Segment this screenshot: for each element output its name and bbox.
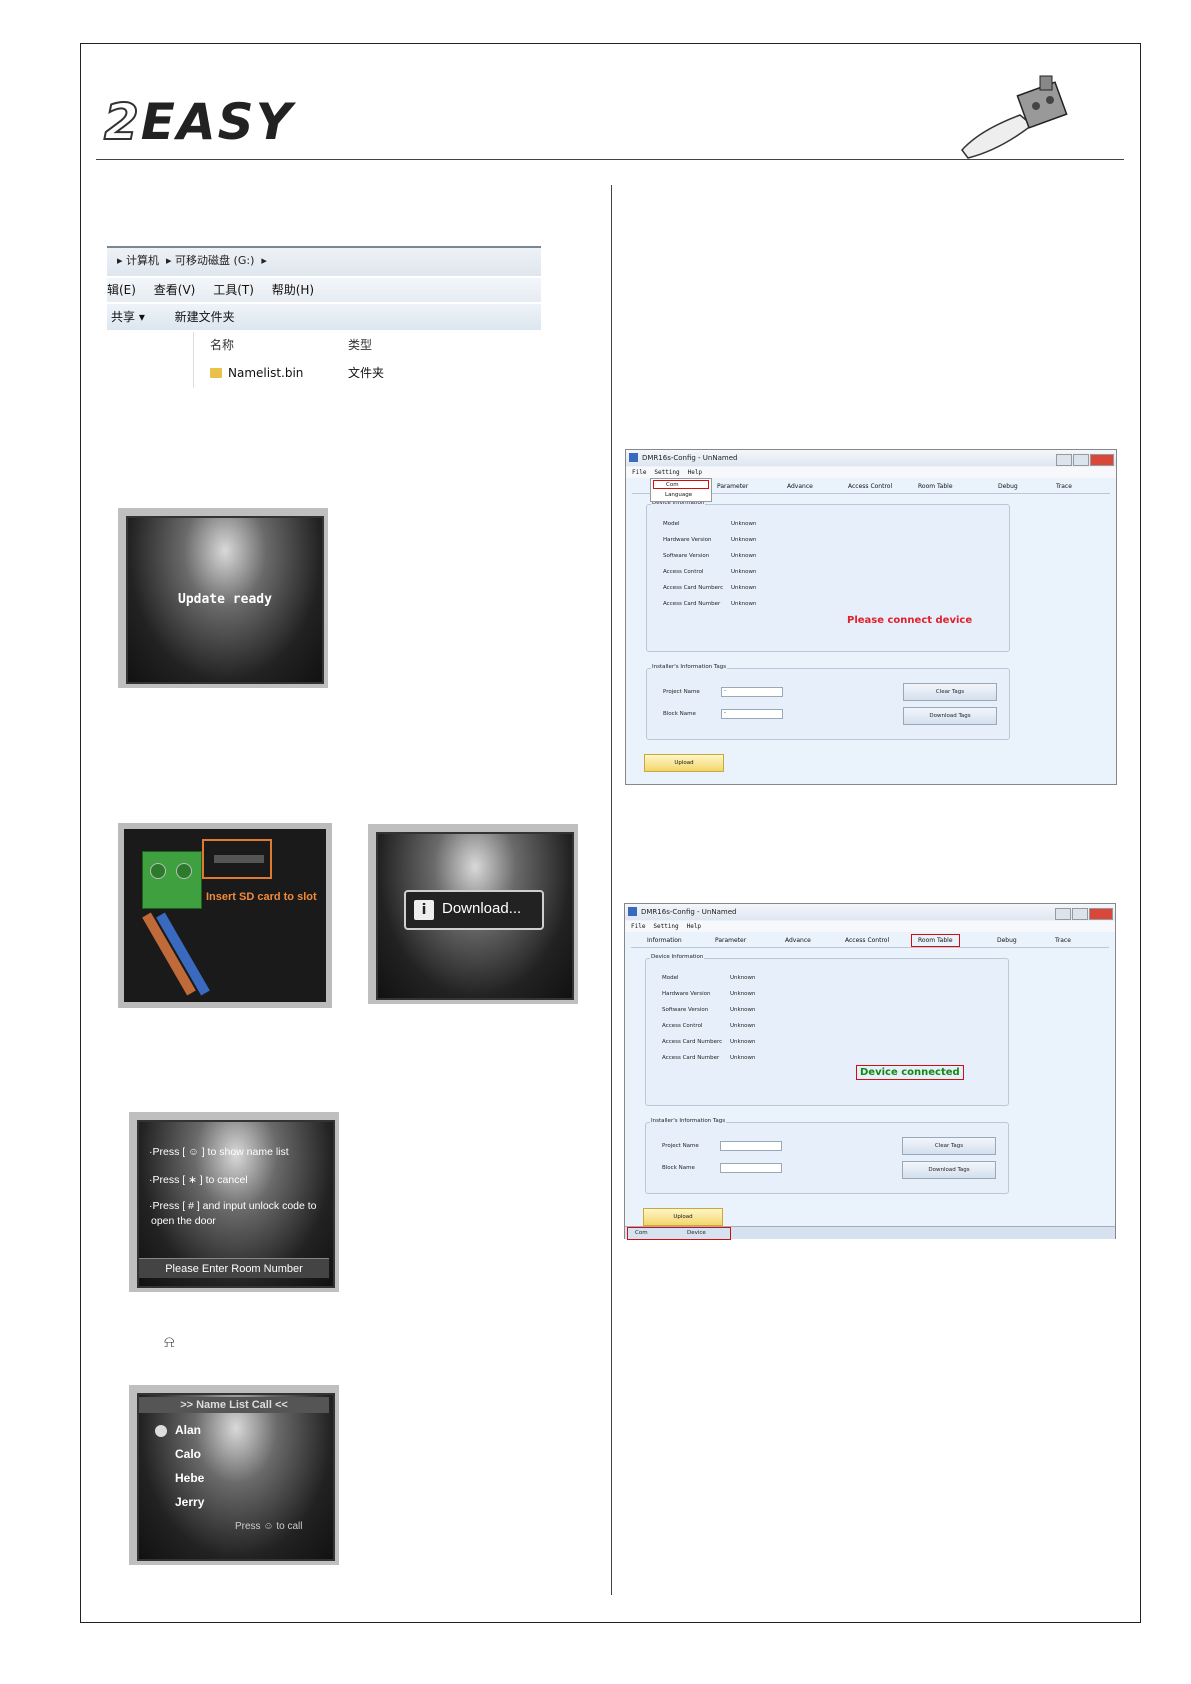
menu-tools[interactable]: 工具(T): [213, 283, 254, 297]
tab-debug[interactable]: Debug: [998, 480, 1018, 493]
menu-help[interactable]: Help: [688, 469, 702, 476]
project-name-input[interactable]: [720, 1141, 782, 1151]
terminal-block: [142, 851, 202, 909]
brand-logo: 2EASY: [103, 92, 294, 152]
config-window-connected: DMR16s-Config - UnNamed File Setting Hel…: [624, 903, 1116, 1240]
bell-icon: ⍾: [164, 1332, 175, 1351]
menu-language[interactable]: Language: [653, 491, 709, 500]
status-message: Please connect device: [847, 615, 973, 626]
window-title: DMR16s-Config - UnNamed: [625, 904, 1115, 920]
folder-icon: [210, 368, 222, 378]
download-screen: i Download...: [368, 824, 578, 1004]
status-message: Device connected: [856, 1065, 964, 1080]
minimize-button[interactable]: [1056, 454, 1072, 466]
column-divider: [611, 185, 612, 1595]
menu-setting[interactable]: Setting: [654, 469, 679, 476]
app-icon: [629, 453, 638, 462]
connector-illustration: [961, 75, 1068, 159]
tab-room-table[interactable]: Room Table: [911, 934, 960, 947]
share-button[interactable]: 共享 ▾: [111, 310, 145, 324]
file-explorer: ▸ 计算机 ▸ 可移动磁盘 (G:) ▸ 辑(E) 查看(V) 工具(T) 帮助…: [107, 246, 541, 390]
block-name-input[interactable]: -: [721, 709, 783, 719]
update-ready-screen: Update ready: [118, 508, 328, 688]
app-icon: [628, 907, 637, 916]
menu-file[interactable]: File: [631, 923, 645, 930]
clear-tags-button[interactable]: Clear Tags: [902, 1137, 996, 1155]
info-icon: i: [414, 900, 434, 920]
menu-help[interactable]: Help: [687, 923, 701, 930]
upload-button[interactable]: Upload: [643, 1208, 723, 1226]
close-button[interactable]: [1090, 454, 1114, 466]
close-button[interactable]: [1089, 908, 1113, 920]
menu-view[interactable]: 查看(V): [154, 283, 196, 297]
installer-group: Installer's Information Tags Project Nam…: [646, 664, 1010, 740]
upload-button[interactable]: Upload: [644, 754, 724, 772]
minimize-button[interactable]: [1055, 908, 1071, 920]
download-box: i Download...: [404, 890, 544, 930]
tab-debug[interactable]: Debug: [997, 934, 1017, 947]
tab-trace[interactable]: Trace: [1056, 480, 1072, 493]
room-number-screen: ·Press [ ☺ ] to show name list ·Press [ …: [129, 1112, 339, 1292]
menu-com[interactable]: Com: [653, 480, 709, 489]
menu-setting[interactable]: Setting: [653, 923, 678, 930]
menu-help[interactable]: 帮助(H): [272, 283, 314, 297]
menu-bar: File Setting Help: [626, 467, 1116, 478]
column-header: 名称 类型: [193, 332, 541, 358]
menu-edit[interactable]: 辑(E): [107, 283, 136, 297]
explorer-menu: 辑(E) 查看(V) 工具(T) 帮助(H): [107, 278, 541, 302]
maximize-button[interactable]: [1072, 908, 1088, 920]
tab-advance[interactable]: Advance: [787, 480, 813, 493]
status-device: Device: [687, 1230, 706, 1236]
tab-trace[interactable]: Trace: [1055, 934, 1071, 947]
tab-bar: Information Parameter Advance Access Con…: [631, 934, 1109, 948]
config-window-disconnected: DMR16s-Config - UnNamed File Setting Hel…: [625, 449, 1117, 785]
sd-slot-photo: Insert SD card to slot: [118, 823, 332, 1008]
window-controls: [1054, 905, 1113, 920]
status-bar: Com Device: [625, 1226, 1115, 1240]
block-name-input[interactable]: [720, 1163, 782, 1173]
tab-parameter[interactable]: Parameter: [715, 934, 746, 947]
tab-room-table[interactable]: Room Table: [918, 480, 953, 493]
status-com: Com: [635, 1230, 648, 1236]
download-tags-button[interactable]: Download Tags: [903, 707, 997, 725]
window-controls: [1055, 451, 1114, 466]
tab-parameter[interactable]: Parameter: [717, 480, 748, 493]
explorer-toolbar: 共享 ▾ 新建文件夹: [107, 304, 541, 330]
download-tags-button[interactable]: Download Tags: [902, 1161, 996, 1179]
window-title: DMR16s-Config - UnNamed: [626, 450, 1116, 466]
tab-access-control[interactable]: Access Control: [845, 934, 889, 947]
tab-advance[interactable]: Advance: [785, 934, 811, 947]
clear-tags-button[interactable]: Clear Tags: [903, 683, 997, 701]
device-info-group: Device Information Model Unknown Hardware…: [645, 954, 1009, 1106]
new-folder-button[interactable]: 新建文件夹: [175, 310, 235, 324]
project-name-input[interactable]: -: [721, 687, 783, 697]
name-list-screen: >> Name List Call << Alan Calo Hebe Jerr…: [129, 1385, 339, 1565]
tab-information[interactable]: Information: [647, 934, 682, 947]
file-row[interactable]: Namelist.bin 文件夹: [193, 358, 541, 388]
installer-group: Installer's Information Tags Project Nam…: [645, 1118, 1009, 1194]
menu-bar: File Setting Help: [625, 921, 1115, 932]
tab-access-control[interactable]: Access Control: [848, 480, 892, 493]
breadcrumb[interactable]: ▸ 计算机 ▸ 可移动磁盘 (G:) ▸: [107, 246, 541, 276]
col-name[interactable]: 名称: [210, 332, 234, 358]
select-icon: [155, 1425, 167, 1437]
device-info-group: Device Information Model Unknown Hardware…: [646, 500, 1010, 652]
menu-file[interactable]: File: [632, 469, 646, 476]
setting-dropdown: Com Language: [650, 478, 712, 502]
col-type[interactable]: 类型: [348, 332, 372, 358]
maximize-button[interactable]: [1073, 454, 1089, 466]
